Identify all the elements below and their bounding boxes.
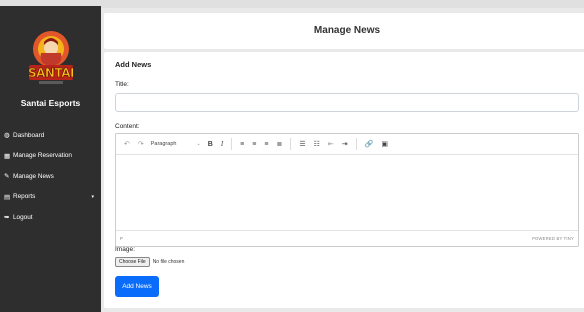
powered-by-link[interactable]: POWERED BY TINY xyxy=(532,236,574,241)
editor-content-area[interactable] xyxy=(116,154,578,230)
numbered-list-icon[interactable]: ☷ xyxy=(314,140,320,148)
editor-path: P xyxy=(120,236,123,241)
logout-icon: ➥ xyxy=(4,214,10,222)
toolbar-divider xyxy=(231,138,233,150)
document-icon: ▤ xyxy=(4,193,11,201)
image-file-input: Choose File No file chosen xyxy=(115,257,184,267)
block-format-value: Paragraph xyxy=(150,141,177,147)
sidebar-item-label: Manage Reservation xyxy=(13,152,72,160)
sidebar: SANTAI Santai Esports ◍ Dashboard ▦ Mana… xyxy=(0,6,101,312)
title-label: Title: xyxy=(115,81,129,88)
sidebar-item-label: Manage News xyxy=(13,172,54,180)
outdent-icon[interactable]: ⇤ xyxy=(328,140,334,148)
add-news-form: Add News Title: Content: ↶ ↷ Paragraph ⌄… xyxy=(104,52,584,308)
sidebar-item-manage-news[interactable]: ✎ Manage News xyxy=(4,166,99,187)
image-label: Image: xyxy=(115,246,135,253)
edit-icon: ✎ xyxy=(4,173,10,181)
image-icon[interactable]: ▣ xyxy=(381,140,388,148)
page-title: Manage News xyxy=(313,25,381,36)
editor-statusbar: P POWERED BY TINY xyxy=(116,230,578,246)
add-news-button[interactable]: Add News xyxy=(115,276,159,297)
toolbar-divider xyxy=(290,138,292,150)
chevron-down-icon: ⌄ xyxy=(196,141,201,147)
calendar-icon: ▦ xyxy=(4,152,11,160)
align-center-icon[interactable]: ≡ xyxy=(252,141,256,148)
dashboard-icon: ◍ xyxy=(4,132,10,140)
sidebar-item-reports[interactable]: ▤ Reports ▾ xyxy=(4,187,99,208)
sidebar-item-manage-reservation[interactable]: ▦ Manage Reservation xyxy=(4,146,99,167)
redo-icon[interactable]: ↷ xyxy=(138,140,144,148)
brand-name: Santai Esports xyxy=(20,98,81,108)
svg-text:SANTAI: SANTAI xyxy=(28,66,74,80)
rich-text-editor: ↶ ↷ Paragraph ⌄ B I ≡ ≡ ≡ ≣ ☰ ☷ ⇤ ⇥ 🔗 ▣ … xyxy=(115,133,579,247)
sidebar-item-label: Reports xyxy=(13,193,36,201)
align-left-icon[interactable]: ≡ xyxy=(240,141,244,148)
sidebar-nav: ◍ Dashboard ▦ Manage Reservation ✎ Manag… xyxy=(4,125,99,228)
title-input[interactable] xyxy=(115,93,579,112)
italic-button[interactable]: I xyxy=(221,140,223,148)
page-header: Manage News xyxy=(104,13,584,49)
caret-down-icon: ▾ xyxy=(91,193,94,200)
sidebar-item-label: Logout xyxy=(13,213,33,221)
toolbar-divider xyxy=(355,138,357,150)
file-status: No file chosen xyxy=(152,259,185,265)
bold-button[interactable]: B xyxy=(208,141,213,148)
choose-file-button[interactable]: Choose File xyxy=(115,257,150,267)
content-label: Content: xyxy=(115,123,140,130)
editor-toolbar: ↶ ↷ Paragraph ⌄ B I ≡ ≡ ≡ ≣ ☰ ☷ ⇤ ⇥ 🔗 ▣ xyxy=(116,134,578,154)
sidebar-item-label: Dashboard xyxy=(13,131,45,139)
link-icon[interactable]: 🔗 xyxy=(365,140,374,148)
undo-icon[interactable]: ↶ xyxy=(124,140,130,148)
bullet-list-icon[interactable]: ☰ xyxy=(299,140,305,148)
santai-logo[interactable]: SANTAI xyxy=(27,29,75,91)
indent-icon[interactable]: ⇥ xyxy=(342,140,348,148)
block-format-select[interactable]: Paragraph ⌄ xyxy=(151,141,201,147)
sidebar-item-logout[interactable]: ➥ Logout xyxy=(4,207,99,228)
align-justify-icon[interactable]: ≣ xyxy=(276,140,282,148)
align-right-icon[interactable]: ≡ xyxy=(264,141,268,148)
section-title: Add News xyxy=(115,60,152,69)
sidebar-item-dashboard[interactable]: ◍ Dashboard xyxy=(4,125,99,146)
